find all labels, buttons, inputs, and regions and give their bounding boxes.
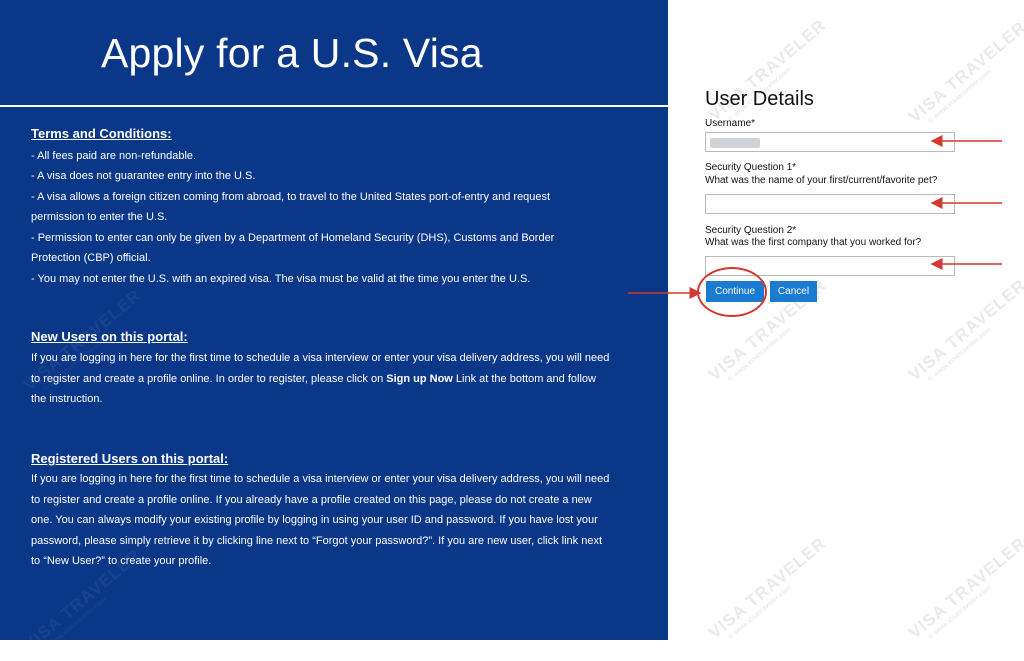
annotation-arrows	[628, 135, 1002, 299]
